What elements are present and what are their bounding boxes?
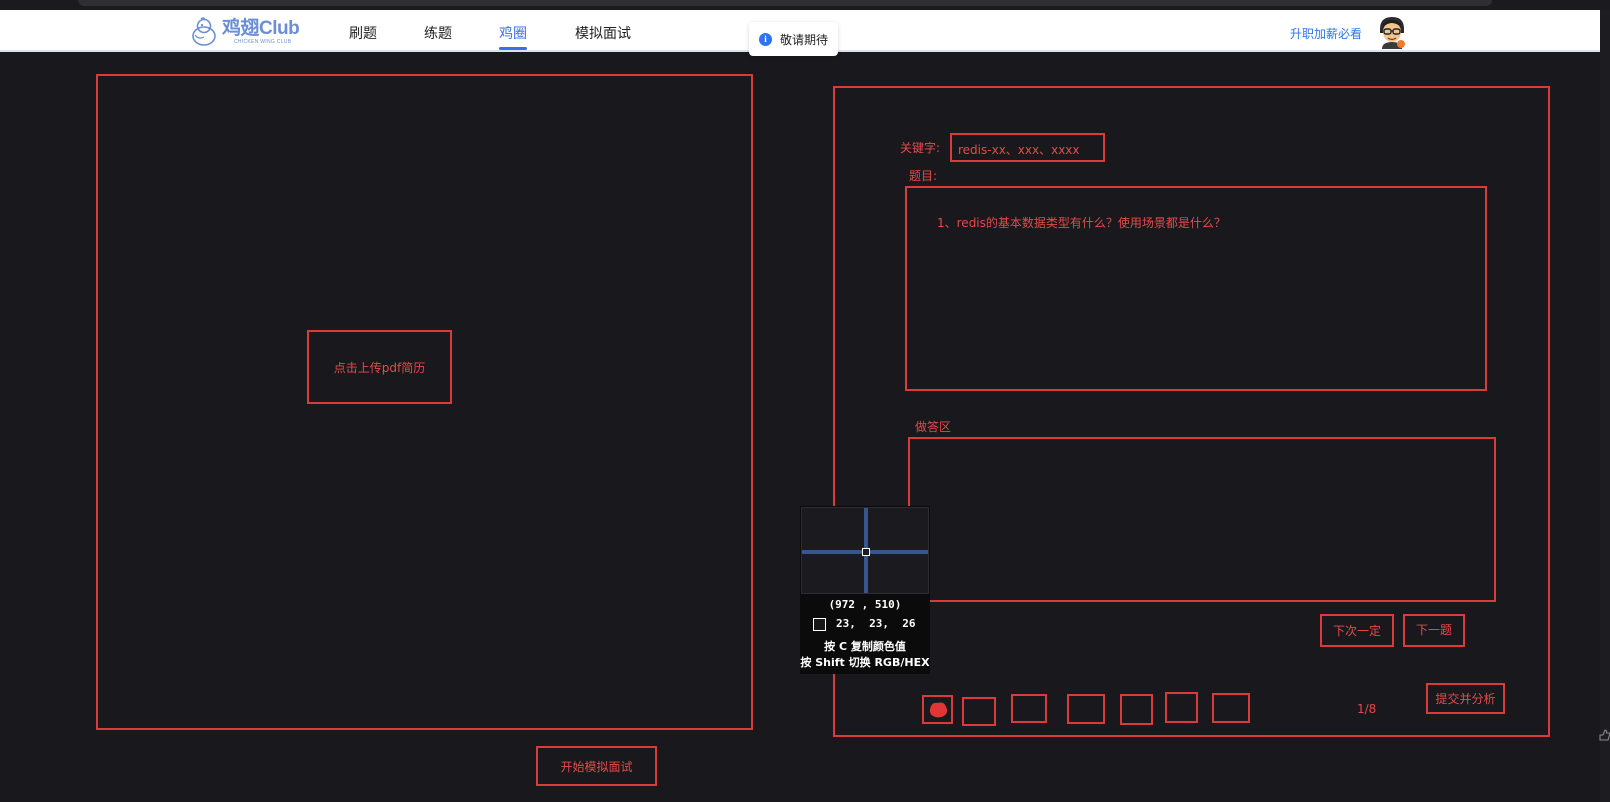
question-nav-item-7[interactable] [1212, 693, 1250, 723]
magnifier-coordinates: (972 , 510) [828, 598, 902, 611]
start-mock-interview-button[interactable]: 开始模拟面试 [536, 746, 657, 786]
nav-item-shuati[interactable]: 刷题 [349, 23, 377, 43]
site-logo[interactable]: 鸡翅Club CHICKEN WING CLUB [190, 15, 305, 49]
question-box: 1、redis的基本数据类型有什么？使用场景都是什么？ [905, 186, 1487, 391]
next-question-button[interactable]: 下一题 [1403, 614, 1465, 647]
question-nav-item-6[interactable] [1165, 692, 1198, 723]
keyword-input[interactable]: redis-xx、xxx、xxxx [950, 133, 1105, 162]
user-avatar-icon [1380, 17, 1405, 49]
pager-indicator: 1/8 [1357, 702, 1377, 716]
crosshair-center [862, 548, 870, 556]
upload-resume-button[interactable]: 点击上传pdf简历 [307, 330, 452, 404]
question-text: 1、redis的基本数据类型有什么？使用场景都是什么？ [937, 216, 1226, 230]
submit-analyze-button[interactable]: 提交并分析 [1426, 683, 1505, 714]
question-nav-item-2[interactable] [962, 697, 996, 726]
chick-logo-icon [192, 17, 216, 46]
question-label: 题目: [909, 169, 938, 183]
next-time-button[interactable]: 下次一定 [1320, 614, 1394, 647]
magnifier-hint-copy: 按 C 复制颜色值 [824, 640, 906, 653]
thumbs-up-icon[interactable] [1598, 727, 1610, 743]
toast-message: i 敬请期待 [749, 22, 838, 56]
browser-chrome-bar [78, 0, 1492, 6]
magnifier-hint-switch: 按 Shift 切换 RGB/HEX [800, 656, 930, 669]
nav-item-mock-interview[interactable]: 模拟面试 [575, 23, 631, 43]
current-question-marker-icon [929, 702, 947, 717]
question-nav-item-5[interactable] [1120, 694, 1153, 725]
keyword-value: redis-xx、xxx、xxxx [958, 143, 1080, 157]
question-nav-item-1[interactable] [922, 695, 953, 724]
promo-link[interactable]: 升职加薪必看 [1290, 25, 1362, 42]
magnifier-zoom-view [801, 507, 929, 594]
keyword-label: 关键字: [900, 141, 941, 155]
submit-analyze-label: 提交并分析 [1435, 692, 1496, 706]
logo-text: 鸡翅Club [222, 18, 300, 39]
question-nav-item-3[interactable] [1011, 694, 1047, 723]
info-icon: i [759, 32, 772, 46]
start-mock-interview-label: 开始模拟面试 [560, 759, 633, 774]
toast-text: 敬请期待 [780, 32, 829, 47]
user-avatar[interactable] [1376, 15, 1408, 49]
nav-item-jiquan[interactable]: 鸡圈 [499, 23, 527, 43]
magnifier-rgb-value: 23, 23, 26 [836, 617, 916, 630]
question-nav-item-4[interactable] [1067, 694, 1105, 724]
upload-resume-label: 点击上传pdf简历 [333, 360, 426, 375]
color-swatch-icon [813, 618, 826, 631]
nav-item-lianti[interactable]: 练题 [424, 23, 452, 43]
window-top-edge [0, 0, 1610, 10]
color-picker-magnifier: (972 , 510) 23, 23, 26 按 C 复制颜色值 按 Shift… [800, 506, 930, 674]
nav-active-indicator [499, 47, 527, 50]
answer-textarea[interactable] [908, 437, 1496, 602]
answer-label: 做答区 [915, 420, 952, 434]
next-time-label: 下次一定 [1332, 624, 1381, 638]
next-question-label: 下一题 [1415, 623, 1452, 637]
page-scrollbar-gutter [1600, 10, 1610, 802]
logo-subtext: CHICKEN WING CLUB [234, 39, 292, 45]
